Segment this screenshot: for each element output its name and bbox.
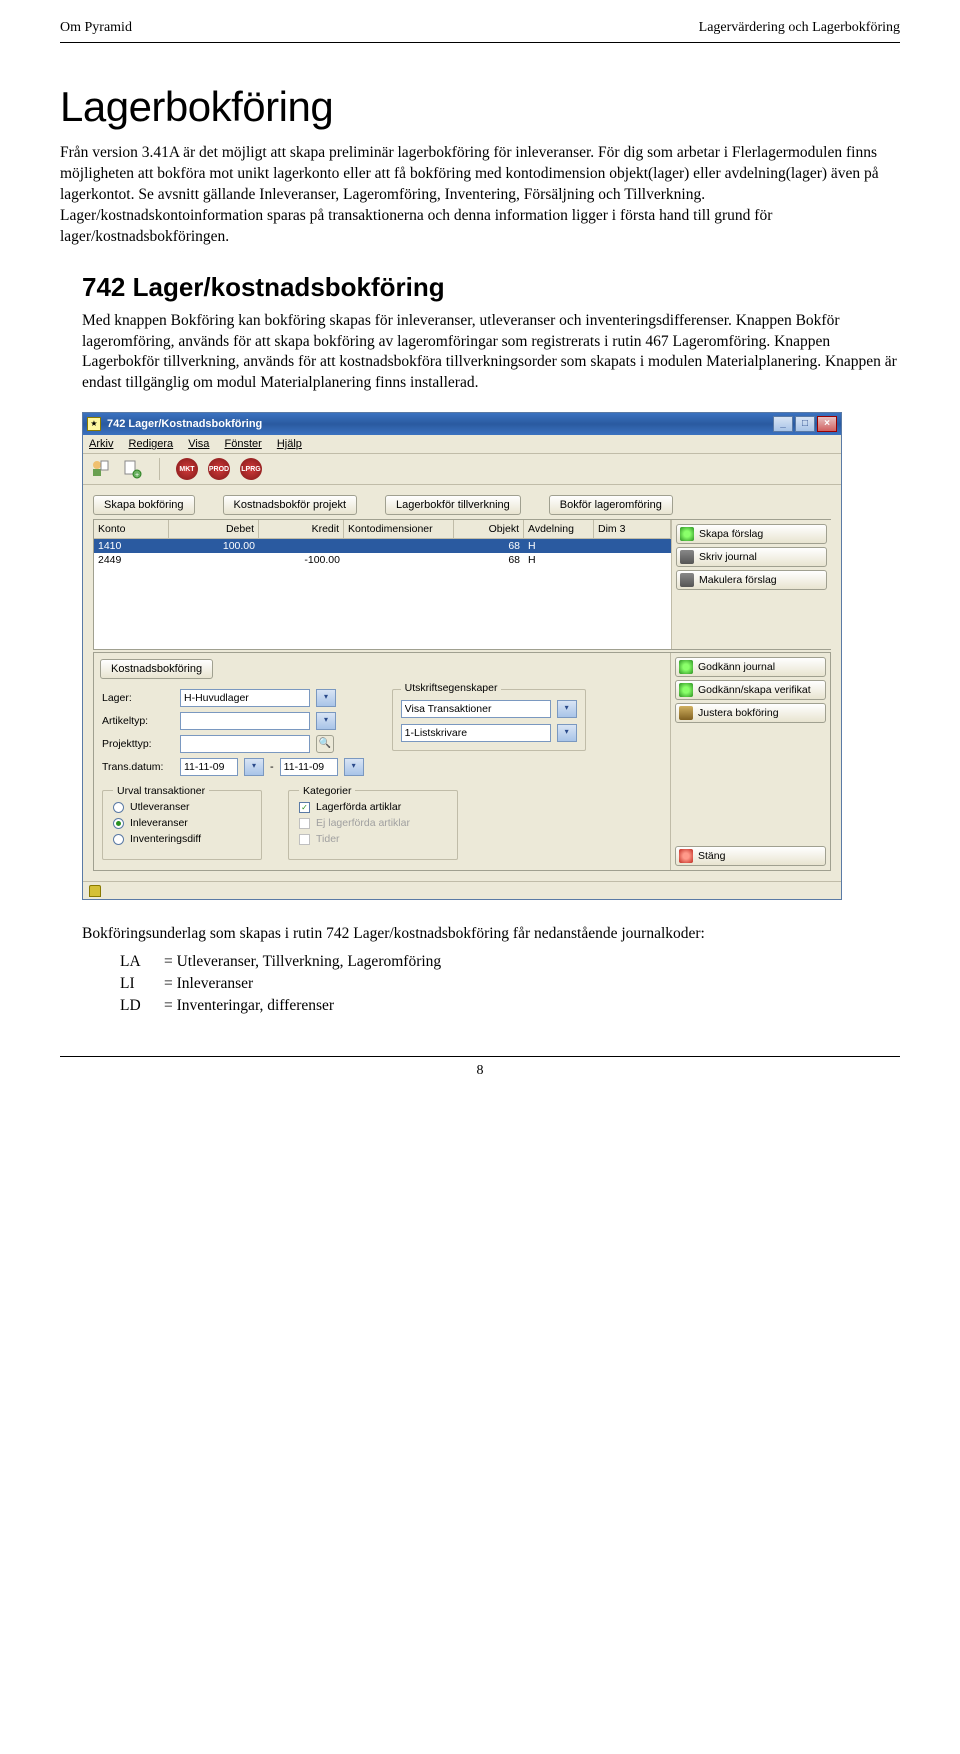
section-heading: 742 Lager/kostnadsbokföring: [82, 272, 900, 303]
grid-area: Konto Debet Kredit Kontodimensioner Obje…: [93, 519, 831, 650]
input-projekttyp[interactable]: [180, 735, 310, 753]
page-title: Lagerbokföring: [60, 83, 900, 131]
chk-ej-lagerforda: Ej lagerförda artiklar: [299, 817, 447, 829]
lower-panel: Kostnadsbokföring Lager: ▾ Artikeltyp: ▾: [93, 652, 831, 871]
journal-code-list: LA= Utleveranser, Tillverkning, Lageromf…: [120, 951, 900, 1016]
svg-text:+: +: [135, 472, 139, 479]
document-icon: [680, 573, 694, 587]
close-button[interactable]: ×: [817, 416, 837, 432]
btn-skriv-journal[interactable]: Skriv journal: [676, 547, 827, 567]
btn-justera-bokforing[interactable]: Justera bokföring: [675, 703, 826, 723]
chk-lagerforda[interactable]: Lagerförda artiklar: [299, 801, 447, 813]
input-trans-to[interactable]: [280, 758, 338, 776]
tab-bokfor-lageromforing[interactable]: Bokför lageromföring: [549, 495, 673, 515]
tab-kostnadsbokforing[interactable]: Kostnadsbokföring: [100, 659, 213, 679]
col-debet[interactable]: Debet: [169, 520, 259, 538]
btn-godkann-journal[interactable]: Godkänn journal: [675, 657, 826, 677]
radio-inleveranser[interactable]: Inleveranser: [113, 817, 251, 829]
round-btn-mkt[interactable]: MKT: [176, 458, 198, 480]
header-right: Lagervärdering och Lagerbokföring: [699, 20, 900, 36]
legend-urval: Urval transaktioner: [113, 785, 209, 797]
col-kontodimensioner[interactable]: Kontodimensioner: [344, 520, 454, 538]
label-projekttyp: Projekttyp:: [102, 738, 174, 750]
col-objekt[interactable]: Objekt: [454, 520, 524, 538]
menubar: Arkiv Redigera Visa Fönster Hjälp: [83, 435, 841, 454]
dropdown-icon[interactable]: ▾: [316, 712, 336, 730]
tab-skapa-bokforing[interactable]: Skapa bokföring: [93, 495, 195, 515]
close-icon: [679, 849, 693, 863]
round-btn-prod[interactable]: PROD: [208, 458, 230, 480]
btn-godkann-skapa-verifikat[interactable]: Godkänn/skapa verifikat: [675, 680, 826, 700]
app-window: ★ 742 Lager/Kostnadsbokföring _ □ × Arki…: [82, 412, 842, 900]
label-transdatum: Trans.datum:: [102, 761, 174, 773]
pen-icon: [679, 706, 693, 720]
chk-tider: Tider: [299, 833, 447, 845]
dropdown-icon[interactable]: ▾: [244, 758, 264, 776]
round-btn-lprg[interactable]: LPRG: [240, 458, 262, 480]
menu-fonster[interactable]: Fönster: [224, 438, 261, 450]
dropdown-icon[interactable]: ▾: [316, 689, 336, 707]
header-left: Om Pyramid: [60, 20, 132, 36]
col-kredit[interactable]: Kredit: [259, 520, 344, 538]
printer-icon: [680, 550, 694, 564]
dropdown-icon[interactable]: ▾: [344, 758, 364, 776]
input-lager[interactable]: [180, 689, 310, 707]
tab-lagerbokfor-tillverkning[interactable]: Lagerbokför tillverkning: [385, 495, 521, 515]
grid-row[interactable]: 1410 100.00 68 H: [94, 539, 671, 553]
btn-stang[interactable]: Stäng: [675, 846, 826, 866]
minimize-button[interactable]: _: [773, 416, 793, 432]
statusbar: [83, 881, 841, 899]
lock-icon: [89, 885, 101, 897]
grid-body[interactable]: 1410 100.00 68 H 2449 -100.00 68: [94, 539, 671, 649]
dropdown-icon[interactable]: ▾: [557, 724, 577, 742]
page-number: 8: [60, 1056, 900, 1079]
col-avdelning[interactable]: Avdelning: [524, 520, 594, 538]
intro-paragraph: Från version 3.41A är det möjligt att sk…: [60, 143, 900, 248]
menu-redigera[interactable]: Redigera: [129, 438, 174, 450]
check-icon: [679, 683, 693, 697]
check-icon: [679, 660, 693, 674]
menu-visa[interactable]: Visa: [188, 438, 209, 450]
input-printer[interactable]: [401, 724, 551, 742]
app-icon: ★: [87, 417, 101, 431]
btn-skapa-forslag[interactable]: Skapa förslag: [676, 524, 827, 544]
input-artikeltyp[interactable]: [180, 712, 310, 730]
dropdown-icon[interactable]: ▾: [557, 700, 577, 718]
toolbar-icon-2[interactable]: +: [121, 458, 143, 480]
footer-paragraph: Bokföringsunderlag som skapas i rutin 74…: [82, 924, 900, 945]
toolbar-icon-1[interactable]: [89, 458, 111, 480]
section-paragraph: Med knappen Bokföring kan bokföring skap…: [82, 311, 900, 395]
col-konto[interactable]: Konto: [94, 520, 169, 538]
maximize-button[interactable]: □: [795, 416, 815, 432]
toolbar: + MKT PROD LPRG: [83, 454, 841, 485]
label-lager: Lager:: [102, 692, 174, 704]
btn-makulera-forslag[interactable]: Makulera förslag: [676, 570, 827, 590]
window-title: 742 Lager/Kostnadsbokföring: [107, 418, 773, 430]
input-trans-from[interactable]: [180, 758, 238, 776]
tab-kostnadsbokfor-projekt[interactable]: Kostnadsbokför projekt: [223, 495, 358, 515]
grid-header: Konto Debet Kredit Kontodimensioner Obje…: [94, 520, 671, 539]
grid-row[interactable]: 2449 -100.00 68 H: [94, 553, 671, 567]
legend-utskrift: Utskriftsegenskaper: [401, 682, 502, 694]
search-icon[interactable]: 🔍: [316, 735, 334, 753]
input-visa-transaktioner[interactable]: [401, 700, 551, 718]
check-icon: [680, 527, 694, 541]
legend-kategorier: Kategorier: [299, 785, 355, 797]
radio-inventeringsdiff[interactable]: Inventeringsdiff: [113, 833, 251, 845]
menu-arkiv[interactable]: Arkiv: [89, 438, 113, 450]
titlebar[interactable]: ★ 742 Lager/Kostnadsbokföring _ □ ×: [83, 413, 841, 435]
header-rule: [60, 42, 900, 43]
menu-hjalp[interactable]: Hjälp: [277, 438, 302, 450]
col-dim3[interactable]: Dim 3: [594, 520, 671, 538]
radio-utleveranser[interactable]: Utleveranser: [113, 801, 251, 813]
label-artikeltyp: Artikeltyp:: [102, 715, 174, 727]
